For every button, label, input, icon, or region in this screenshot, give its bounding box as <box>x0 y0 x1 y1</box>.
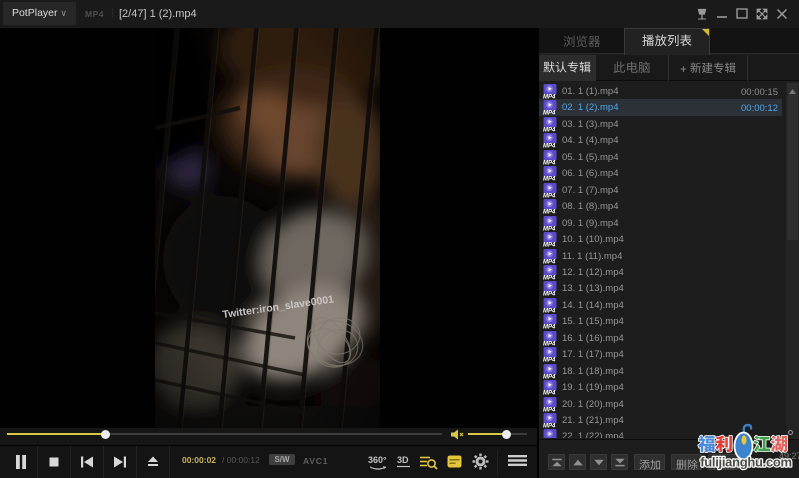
svg-text:fulijianghu.com: fulijianghu.com <box>700 455 792 470</box>
svg-text:3D: 3D <box>397 455 409 465</box>
svg-text:360°: 360° <box>368 455 387 465</box>
